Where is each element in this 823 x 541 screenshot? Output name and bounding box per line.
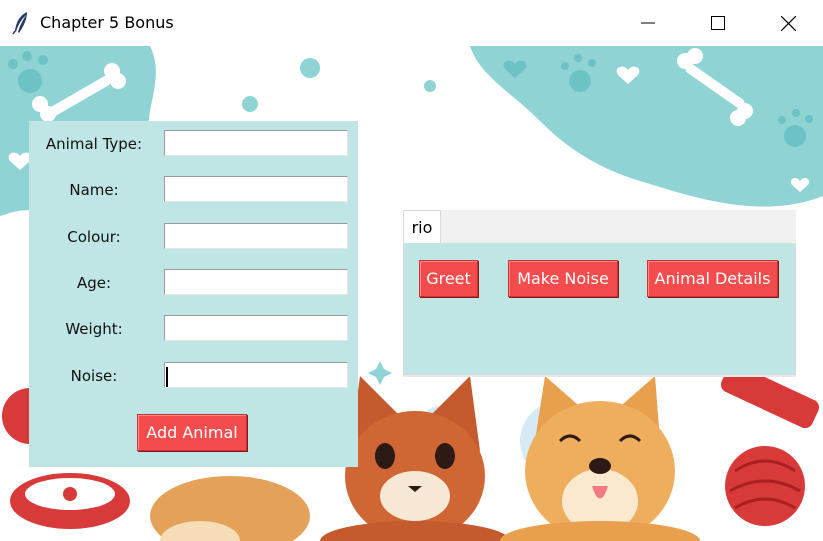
name-input[interactable] (164, 176, 348, 202)
tab-rio[interactable]: rio (403, 210, 441, 243)
feather-icon (12, 12, 27, 35)
animal-form-panel: Animal Type: Name: Colour: Age: Weight: … (29, 121, 358, 467)
noise-label: Noise: (70, 367, 118, 385)
window-title: Chapter 5 Bonus (40, 13, 174, 32)
age-input[interactable] (164, 269, 348, 295)
colour-input[interactable] (164, 223, 348, 249)
text-cursor (166, 367, 168, 387)
notebook-page: Greet Make Noise Animal Details (403, 243, 796, 375)
minimize-icon (641, 22, 655, 24)
animal-type-label: Animal Type: (45, 135, 143, 153)
weight-input[interactable] (164, 315, 348, 341)
age-label: Age: (76, 274, 112, 292)
name-label: Name: (69, 181, 119, 199)
animal-type-input[interactable] (164, 130, 348, 156)
title-bar: Chapter 5 Bonus (0, 0, 823, 46)
noise-input[interactable] (164, 362, 348, 388)
weight-label: Weight: (65, 320, 123, 338)
maximize-icon (711, 16, 725, 30)
add-animal-button[interactable]: Add Animal (137, 414, 247, 451)
animal-details-button[interactable]: Animal Details (647, 260, 778, 297)
greet-button[interactable]: Greet (419, 260, 478, 297)
close-button[interactable] (753, 0, 823, 46)
notebook-tab-strip: rio (403, 210, 796, 243)
maximize-button[interactable] (683, 0, 753, 46)
make-noise-button[interactable]: Make Noise (508, 260, 618, 297)
close-icon (780, 15, 796, 31)
colour-label: Colour: (67, 228, 121, 246)
minimize-button[interactable] (613, 0, 683, 46)
animal-notebook: rio Greet Make Noise Animal Details (403, 210, 796, 375)
